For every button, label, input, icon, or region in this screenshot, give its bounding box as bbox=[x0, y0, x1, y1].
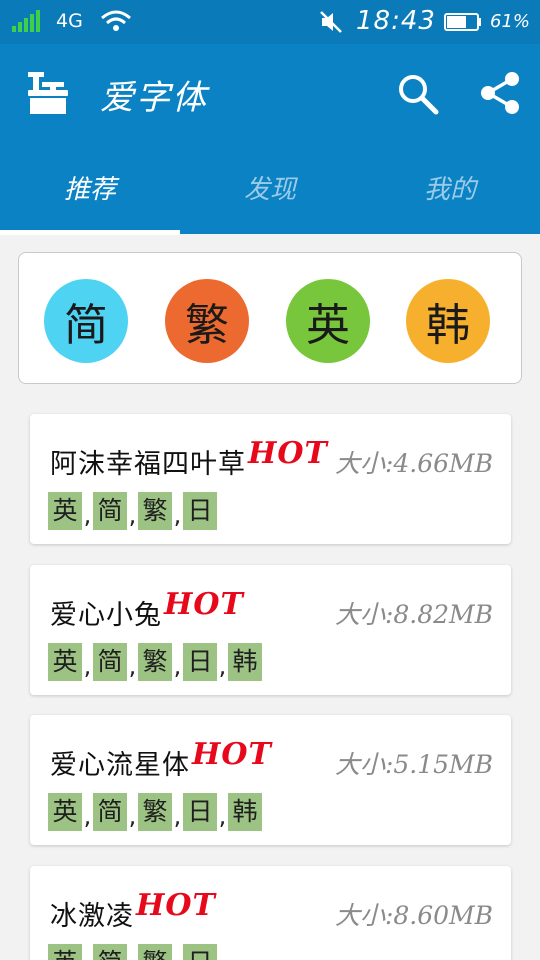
language-tag: 英 bbox=[48, 492, 82, 530]
language-tags: 英, 简, 繁, 日 bbox=[48, 944, 217, 960]
signal-icon bbox=[12, 10, 40, 32]
language-tags: 英, 简, 繁, 日, 韩 bbox=[48, 643, 262, 681]
font-list-item[interactable]: 爱心小兔HOT 大小:8.82MB 英, 简, 繁, 日, 韩 bbox=[30, 565, 511, 695]
tag-separator: , bbox=[128, 501, 137, 529]
hot-badge: HOT bbox=[248, 436, 328, 471]
battery-icon bbox=[444, 13, 481, 31]
tag-separator: , bbox=[218, 802, 227, 830]
language-tag: 简 bbox=[93, 643, 127, 681]
share-icon[interactable] bbox=[478, 70, 522, 116]
language-tag: 简 bbox=[93, 492, 127, 530]
tag-separator: , bbox=[127, 952, 138, 960]
language-tag: 韩 bbox=[228, 793, 262, 831]
tag-separator: , bbox=[128, 652, 137, 680]
app-logo-icon bbox=[28, 72, 68, 114]
language-tag: 日 bbox=[183, 492, 217, 530]
font-file-size: 大小:5.15MB bbox=[334, 750, 493, 779]
tab-recommend[interactable]: 推荐 bbox=[0, 144, 180, 230]
tag-separator: , bbox=[173, 501, 182, 529]
font-name: 爱心小兔 bbox=[50, 600, 162, 631]
filter-traditional-button[interactable]: 繁 bbox=[165, 279, 249, 363]
tag-separator: , bbox=[173, 802, 182, 830]
language-tag: 繁 bbox=[138, 492, 172, 530]
language-tag: 英 bbox=[48, 643, 82, 681]
tag-separator: , bbox=[83, 802, 92, 830]
filter-simplified-button[interactable]: 简 bbox=[44, 279, 128, 363]
battery-percent: 61% bbox=[490, 11, 531, 32]
tag-separator: , bbox=[128, 802, 137, 830]
tab-mine[interactable]: 我的 bbox=[360, 144, 540, 230]
tag-separator: , bbox=[83, 652, 92, 680]
language-tag: 日 bbox=[183, 793, 217, 831]
language-tag: 简 bbox=[93, 793, 127, 831]
filter-korean-button[interactable]: 韩 bbox=[406, 279, 490, 363]
status-bar: 4G 18:43 61% bbox=[0, 0, 540, 44]
tag-separator: , bbox=[218, 652, 227, 680]
font-list-item[interactable]: 爱心流星体HOT 大小:5.15MB 英, 简, 繁, 日, 韩 bbox=[30, 715, 511, 845]
tag-separator: , bbox=[172, 952, 183, 960]
font-file-size: 大小:8.60MB bbox=[334, 901, 493, 930]
font-list-item[interactable]: 冰激凌HOT 大小:8.60MB 英, 简, 繁, 日 bbox=[30, 866, 511, 960]
language-tag: 日 bbox=[183, 944, 217, 960]
font-name: 冰激凌 bbox=[50, 901, 134, 932]
clock: 18:43 bbox=[356, 6, 436, 36]
filter-english-button[interactable]: 英 bbox=[286, 279, 370, 363]
language-tag: 繁 bbox=[138, 944, 172, 960]
language-tag: 简 bbox=[93, 944, 127, 960]
font-name: 阿沫幸福四叶草 bbox=[50, 449, 246, 480]
language-tag: 英 bbox=[48, 944, 82, 960]
hot-badge: HOT bbox=[192, 737, 272, 772]
language-tag: 英 bbox=[48, 793, 82, 831]
font-list-item[interactable]: 阿沫幸福四叶草HOT 大小:4.66MB 英, 简, 繁, 日 bbox=[30, 414, 511, 544]
tab-indicator bbox=[0, 230, 180, 235]
search-icon[interactable] bbox=[396, 72, 440, 116]
font-file-size: 大小:4.66MB bbox=[334, 449, 493, 478]
language-tag: 日 bbox=[183, 643, 217, 681]
tab-discover[interactable]: 发现 bbox=[180, 144, 360, 230]
language-tag: 繁 bbox=[138, 643, 172, 681]
tag-separator: , bbox=[83, 501, 92, 529]
language-tags: 英, 简, 繁, 日 bbox=[48, 492, 217, 530]
network-type: 4G bbox=[56, 10, 83, 32]
language-tag: 韩 bbox=[228, 643, 262, 681]
tag-separator: , bbox=[82, 952, 93, 960]
font-file-size: 大小:8.82MB bbox=[334, 600, 493, 629]
font-name: 爱心流星体 bbox=[50, 750, 190, 781]
language-tag: 繁 bbox=[138, 793, 172, 831]
mute-icon bbox=[320, 11, 342, 33]
language-tags: 英, 简, 繁, 日, 韩 bbox=[48, 793, 262, 831]
tag-separator: , bbox=[173, 652, 182, 680]
hot-badge: HOT bbox=[164, 587, 244, 622]
app-title: 爱字体 bbox=[100, 78, 208, 118]
language-filter-card: 简 繁 英 韩 bbox=[18, 252, 522, 384]
hot-badge: HOT bbox=[136, 888, 216, 923]
wifi-icon bbox=[101, 10, 131, 31]
app-bar: 爱字体 bbox=[0, 44, 540, 144]
tab-bar: 推荐 发现 我的 bbox=[0, 144, 540, 235]
